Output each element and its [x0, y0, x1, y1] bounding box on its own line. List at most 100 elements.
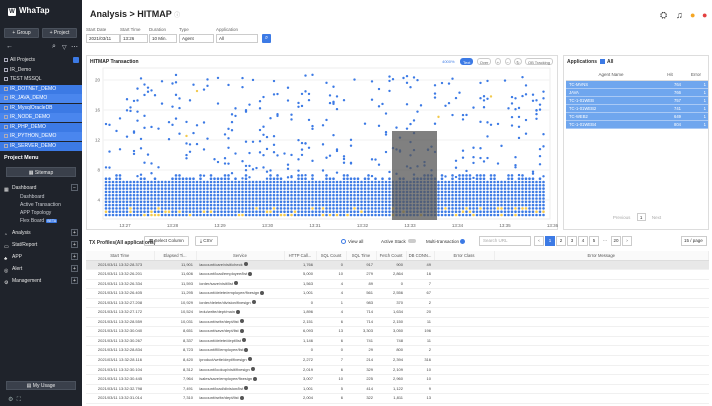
page-button[interactable]: 1: [545, 236, 555, 246]
search-url-input[interactable]: Search URL: [479, 236, 531, 246]
project-item[interactable]: TEST MSSQL: [0, 75, 82, 84]
col-starttime[interactable]: Start Time: [86, 251, 155, 261]
antenna-icon[interactable]: ⛭: [660, 10, 667, 21]
all-checkbox[interactable]: [600, 59, 606, 64]
my-usage-button[interactable]: ▤ My Usage: [6, 381, 76, 390]
add-group-button[interactable]: + Group: [4, 28, 39, 38]
menu-toggle[interactable]: +: [71, 277, 78, 284]
tx-row[interactable]: 2021/03/11 13:32:30.267 8,337/account/del…: [86, 336, 709, 347]
filter-type[interactable]: Agent: [179, 34, 214, 43]
filter-duration[interactable]: 10 Min.: [149, 34, 177, 43]
search-icon[interactable]: ⌕: [52, 43, 56, 51]
text-toggle[interactable]: Text: [459, 58, 474, 65]
page-button[interactable]: 3: [567, 236, 577, 246]
tx-row[interactable]: 2021/03/11 13:32:26.405 11,295/account/de…: [86, 288, 709, 299]
filter-application[interactable]: All: [216, 34, 258, 43]
col-error[interactable]: Error: [684, 70, 708, 81]
service-detail-icon[interactable]: [244, 386, 249, 391]
tx-row[interactable]: 2021/03/11 13:32:26.334 11,593/order/save…: [86, 279, 709, 290]
col-elapsedti[interactable]: Elapsed Ti...: [154, 251, 197, 261]
col-httpcall[interactable]: HTTP Call...: [284, 251, 317, 261]
zoom-out-icon[interactable]: −: [504, 58, 511, 65]
service[interactable]: /account/write/dept/list: [196, 393, 284, 404]
current-page[interactable]: 1: [636, 213, 646, 221]
service[interactable]: /account/delete/dept/list: [196, 336, 284, 347]
csv-button[interactable]: ⤓ CSV: [195, 236, 218, 246]
project-item[interactable]: IR_PYTHON_DEMO: [0, 132, 82, 141]
dashboard-sub-item[interactable]: APP Topology: [20, 210, 51, 216]
col-errormessage[interactable]: Error Message: [494, 251, 709, 261]
next-page-icon[interactable]: ›: [622, 236, 632, 246]
bell-icon[interactable]: ♫: [676, 10, 683, 20]
tx-row[interactable]: 2021/03/11 13:32:28.116 8,420/product/wri…: [86, 355, 709, 366]
service-detail-icon[interactable]: [234, 281, 239, 286]
service[interactable]: /account/fill/employee/list: [196, 345, 284, 356]
back-arrow-icon[interactable]: ←: [6, 43, 13, 50]
ob-tracking-button[interactable]: OB Tracking: [524, 58, 553, 65]
col-dbconn[interactable]: DB CONN...: [406, 251, 435, 261]
service-detail-icon[interactable]: [239, 319, 244, 324]
menu-toggle[interactable]: −: [71, 184, 78, 191]
service-detail-icon[interactable]: [260, 290, 265, 295]
tx-row[interactable]: 2021/03/11 13:32:28.834 8,723/account/fil…: [86, 345, 709, 356]
page-button[interactable]: 2: [556, 236, 566, 246]
dashboard-sub-item[interactable]: Flex Board BETA: [20, 218, 58, 224]
service-detail-icon[interactable]: [248, 271, 253, 276]
project-item[interactable]: IR_DOTNET_DEMO: [0, 84, 82, 94]
app-row[interactable]: TC-MVNS 764 1: [566, 80, 708, 89]
service[interactable]: /account/write/dept/list: [196, 317, 284, 328]
sitemap-button[interactable]: ▦ Sitemap: [6, 167, 76, 177]
dashboard-sub-item[interactable]: Dashboard: [20, 194, 44, 200]
service-detail-icon[interactable]: [239, 395, 244, 400]
brand-logo[interactable]: W WhaTap: [8, 6, 50, 16]
menu-app[interactable]: ♣ APP +: [4, 252, 78, 262]
service-detail-icon[interactable]: [239, 328, 244, 333]
service[interactable]: /account/load/employee/list: [196, 269, 284, 280]
service[interactable]: /order/save/visit/list: [196, 279, 284, 290]
service[interactable]: /edu/write/dept/main: [196, 307, 284, 318]
menu-analysis[interactable]: ◔ Analysis +: [4, 228, 78, 238]
collapse-icon[interactable]: ⛶: [17, 397, 21, 403]
project-item[interactable]: IR_JAVA_DEMO: [0, 94, 82, 103]
dashboard-sub-item[interactable]: Active Transaction: [20, 202, 61, 208]
tx-row[interactable]: 2021/03/11 13:32:28.373 11,901/account/ca…: [86, 260, 709, 271]
select-columns-button[interactable]: ▦ Select Column: [144, 236, 189, 246]
page-button[interactable]: ...: [600, 236, 610, 246]
service-detail-icon[interactable]: [236, 309, 241, 314]
app-row[interactable]: JAVA 766 1: [566, 88, 708, 97]
project-item[interactable]: IR_SERVER_DEMO: [0, 141, 82, 151]
col-service[interactable]: Service: [196, 251, 285, 261]
page-button[interactable]: 4: [578, 236, 588, 246]
more-icon[interactable]: ⋯: [71, 43, 78, 51]
tx-row[interactable]: 2021/03/11 13:32:32.798 7,491/account/loa…: [86, 384, 709, 395]
service-detail-icon[interactable]: [251, 300, 256, 305]
tx-row[interactable]: 2021/03/11 13:32:31.014 7,310/account/wri…: [86, 393, 709, 404]
menu-management[interactable]: ⚙ Management +: [4, 276, 78, 286]
add-project-button[interactable]: + Project: [42, 28, 77, 38]
filter-start-time[interactable]: 13:26: [120, 34, 148, 43]
service-detail-icon[interactable]: [247, 357, 252, 362]
service-detail-icon[interactable]: [244, 347, 249, 352]
menu-dashboard[interactable]: ▦ Dashboard −: [4, 183, 78, 193]
app-row[interactable]: TC-1-01WEB4 804 1: [566, 120, 708, 129]
service[interactable]: /account/lookup/visit/fixesign: [196, 365, 284, 376]
project-item[interactable]: IR_Demo: [0, 66, 82, 75]
col-errorclass[interactable]: Error Class: [434, 251, 495, 261]
zoom-in-icon[interactable]: +: [494, 58, 502, 65]
hitmap-chart[interactable]: 2016128413:27 13:28 13:29 13:30 13:31 13:32 13…: [87, 56, 559, 231]
menu-toggle[interactable]: +: [71, 253, 78, 260]
info-icon[interactable]: ⓘ: [174, 13, 180, 19]
service[interactable]: /account/care/visit/check: [196, 260, 284, 271]
active-stack-toggle[interactable]: Active Stack: [381, 239, 416, 244]
col-sqlcount[interactable]: SQL Count: [316, 251, 347, 261]
menu-toggle[interactable]: +: [71, 241, 78, 248]
prev-page-icon[interactable]: ‹: [534, 236, 544, 246]
refresh-icon[interactable]: ↻: [514, 58, 522, 65]
user-avatar-icon[interactable]: ●: [702, 10, 707, 20]
menu-alert[interactable]: ◎ Alert +: [4, 264, 78, 274]
app-row[interactable]: TC-1-01WEB 757 1: [566, 96, 708, 105]
service[interactable]: /account/save/dept/list: [196, 326, 284, 337]
page-button[interactable]: 5: [589, 236, 599, 246]
col-hit[interactable]: Hit: [656, 70, 684, 81]
col-fetchcount[interactable]: Fetch Count: [376, 251, 407, 261]
